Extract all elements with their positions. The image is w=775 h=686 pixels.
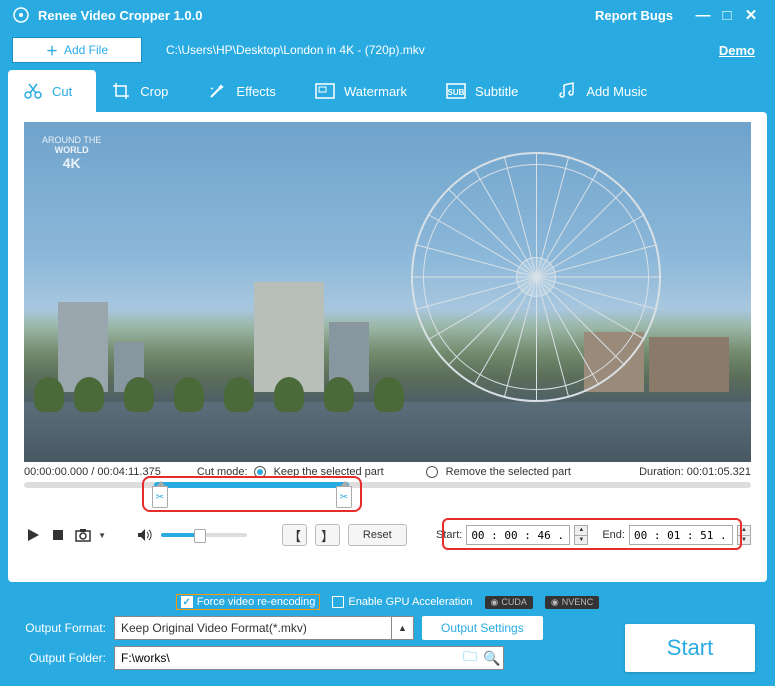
music-icon: [556, 81, 578, 101]
marker-start[interactable]: ✂: [152, 486, 168, 508]
duration-label: Duration: 00:01:05.321: [639, 466, 751, 478]
output-folder-label: Output Folder:: [16, 651, 106, 665]
checkbox-unchecked-icon: [332, 596, 344, 608]
output-folder-field: 🗀 🔍: [114, 646, 504, 670]
topbar: ＋ Add File C:\Users\HP\Desktop\London in…: [0, 30, 775, 70]
tab-effects[interactable]: Effects: [192, 70, 300, 112]
watermark-icon: [314, 81, 336, 101]
end-label: End:: [602, 529, 625, 541]
tab-label: Subtitle: [475, 84, 518, 99]
volume-slider[interactable]: [161, 533, 247, 537]
content-panel: AROUND THEWORLD4K 00:00:00.000 / 00:04:1…: [8, 112, 767, 582]
nvenc-badge: ◉ NVENC: [545, 596, 599, 609]
folder-browse-icon[interactable]: 🗀: [459, 646, 481, 670]
cut-mode-label: Cut mode:: [197, 466, 248, 478]
tab-crop[interactable]: Crop: [96, 70, 192, 112]
minimize-button[interactable]: —: [691, 7, 715, 24]
end-time-input[interactable]: [629, 525, 733, 545]
add-file-button[interactable]: ＋ Add File: [12, 37, 142, 63]
radio-remove-label: Remove the selected part: [446, 466, 571, 478]
tab-label: Cut: [52, 84, 72, 99]
file-path: C:\Users\HP\Desktop\London in 4K - (720p…: [166, 43, 719, 57]
output-format-label: Output Format:: [16, 621, 106, 635]
start-label: Start:: [436, 529, 462, 541]
search-folder-icon[interactable]: 🔍: [481, 650, 503, 667]
tab-label: Effects: [236, 84, 276, 99]
start-button[interactable]: Start: [625, 624, 755, 672]
tab-label: Crop: [140, 84, 168, 99]
snapshot-dropdown-icon[interactable]: ▼: [93, 526, 110, 544]
set-end-bracket-button[interactable]: 】: [315, 524, 340, 546]
demo-link[interactable]: Demo: [719, 43, 755, 58]
close-button[interactable]: ✕: [739, 6, 763, 24]
tab-cut[interactable]: Cut: [8, 70, 96, 112]
add-file-label: Add File: [64, 43, 108, 57]
maximize-button[interactable]: □: [715, 7, 739, 24]
volume-icon[interactable]: [136, 526, 153, 544]
output-format-value: Keep Original Video Format(*.mkv): [115, 621, 391, 635]
radio-keep-label: Keep the selected part: [274, 466, 384, 478]
checkbox-checked-icon: ✓: [181, 596, 193, 608]
plus-icon: ＋: [46, 42, 58, 59]
tab-subtitle[interactable]: SUB Subtitle: [431, 70, 542, 112]
gpu-accel-label: Enable GPU Acceleration: [348, 596, 472, 608]
output-format-select[interactable]: Keep Original Video Format(*.mkv) ▲: [114, 616, 414, 640]
radio-remove-selected[interactable]: [426, 466, 438, 478]
marker-end[interactable]: ✂: [336, 486, 352, 508]
start-spinner[interactable]: ▲▼: [574, 525, 588, 545]
svg-text:SUB: SUB: [448, 88, 465, 97]
subtitle-icon: SUB: [445, 81, 467, 101]
report-bugs-link[interactable]: Report Bugs: [595, 8, 673, 23]
crop-icon: [110, 81, 132, 101]
reset-button[interactable]: Reset: [348, 524, 407, 546]
force-reencoding-option[interactable]: ✓ Force video re-encoding: [176, 594, 321, 610]
info-row: 00:00:00.000 / 00:04:11.375 Cut mode: Ke…: [24, 462, 751, 480]
titlebar: Renee Video Cropper 1.0.0 Report Bugs — …: [0, 0, 775, 30]
snapshot-button[interactable]: [74, 526, 91, 544]
tab-watermark[interactable]: Watermark: [300, 70, 431, 112]
play-button[interactable]: [24, 526, 41, 544]
app-title: Renee Video Cropper 1.0.0: [38, 8, 203, 23]
tabbar: Cut Crop Effects Watermark SUB Subtitle …: [0, 70, 775, 112]
timeline-track[interactable]: ✂ ✂: [24, 482, 751, 518]
scissors-icon: [22, 81, 44, 101]
cuda-badge: ◉ CUDA: [485, 596, 533, 609]
gpu-accel-option[interactable]: Enable GPU Acceleration: [332, 596, 472, 608]
output-settings-button[interactable]: Output Settings: [422, 616, 543, 640]
output-folder-input[interactable]: [115, 651, 459, 665]
video-preview[interactable]: AROUND THEWORLD4K: [24, 122, 751, 462]
stop-button[interactable]: [49, 526, 66, 544]
video-watermark: AROUND THEWORLD4K: [42, 136, 101, 171]
end-spinner[interactable]: ▲▼: [737, 525, 751, 545]
tab-label: Add Music: [586, 84, 647, 99]
set-start-bracket-button[interactable]: 【: [282, 524, 307, 546]
app-logo-icon: [12, 6, 30, 24]
force-reencoding-label: Force video re-encoding: [197, 596, 316, 608]
chevron-up-icon[interactable]: ▲: [391, 617, 413, 639]
radio-keep-selected[interactable]: [254, 466, 266, 478]
tab-add-music[interactable]: Add Music: [542, 70, 671, 112]
time-display: 00:00:00.000 / 00:04:11.375: [24, 466, 161, 478]
wand-icon: [206, 81, 228, 101]
tab-label: Watermark: [344, 84, 407, 99]
start-time-input[interactable]: [466, 525, 570, 545]
controls-row: ▼ 【 】 Reset Start: ▲▼ End: ▲▼: [24, 522, 751, 552]
